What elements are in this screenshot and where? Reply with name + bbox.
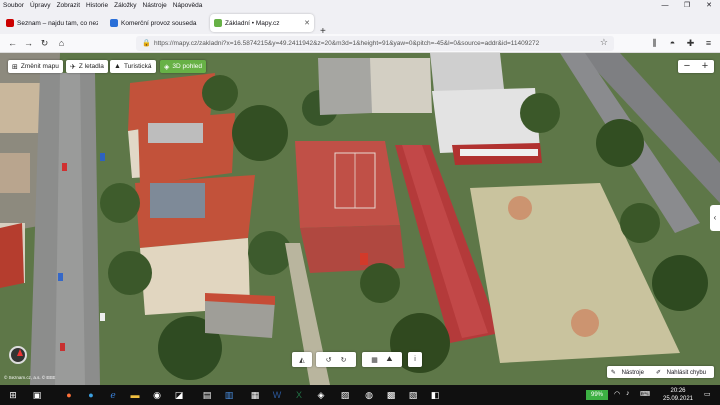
ie-icon[interactable]: ℯ [106, 388, 120, 402]
report-error-link[interactable]: ✐ Nahlásit chybu [652, 369, 714, 376]
side-panel-toggle[interactable]: ‹ [710, 205, 720, 231]
tourist-map-label: Turistická [123, 63, 152, 70]
url-bar[interactable]: 🔒 https://mapy.cz/zakladni?x=16.5874215&… [136, 36, 614, 51]
grid-view-icon[interactable]: ▦ [367, 356, 382, 364]
battery-indicator[interactable]: 99% [586, 390, 608, 400]
wifi-icon[interactable]: ◠ [614, 390, 620, 398]
app-icon[interactable]: ▧ [406, 388, 420, 402]
info-icon: i [414, 356, 416, 363]
menu-history[interactable]: Historie [83, 2, 111, 9]
clock-time: 20:26 [670, 388, 686, 394]
map-toolbar: ✎ Nástroje ✐ Nahlásit chybu [606, 366, 714, 378]
word-icon[interactable]: W [270, 388, 284, 402]
excel-icon[interactable]: X [292, 388, 306, 402]
zoom-in-button[interactable]: + [696, 60, 714, 73]
lock-icon[interactable]: 🔒 [142, 39, 151, 47]
task-view-icon[interactable]: ▣ [30, 388, 44, 402]
tab-title: Seznam – najdu tam, co neznám [17, 19, 98, 27]
info-button[interactable]: i [408, 352, 422, 367]
tab-mapy[interactable]: Základní • Mapy.cz ✕ [210, 14, 314, 32]
language-icon[interactable]: ⌨ [640, 390, 650, 398]
menu-edit[interactable]: Úpravy [27, 2, 54, 9]
taskbar: ⊞ ▣ ● ● ℯ ▬ ◉ ◪ ▤ ▥ ▦ W X ◈ ▨ ◍ ▩ ▧ ◧ 99… [0, 385, 720, 405]
mountain-icon: ▲ [114, 63, 121, 70]
3d-view-button[interactable]: ◈ 3D pohled [160, 60, 207, 73]
tab-title: Komerční provoz souseda [121, 19, 197, 27]
tab-title: Základní • Mapy.cz [225, 19, 280, 27]
tools-label: Nástroje [621, 369, 644, 376]
app-icon[interactable]: ◈ [314, 388, 328, 402]
tab-seznam[interactable]: Seznam – najdu tam, co neznám [2, 14, 102, 32]
url-text: https://mapy.cz/zakladni?x=16.5874215&y=… [154, 40, 540, 47]
report-label: Nahlásit chybu [666, 369, 706, 376]
checkbox-favicon-icon [110, 19, 118, 27]
layers-icon: ⊞ [12, 63, 18, 71]
clock[interactable]: 20:26 25.09.2021 [656, 387, 700, 403]
aerial-map-button[interactable]: ✈ Z letadla [66, 60, 108, 73]
app-icon[interactable]: ▥ [222, 388, 236, 402]
aerial-map-image [0, 53, 720, 385]
close-tab-icon[interactable]: ✕ [304, 19, 310, 27]
app-icon[interactable]: ◪ [172, 388, 186, 402]
library-icon[interactable]: ⫼ [648, 37, 661, 50]
app-icon[interactable]: ◧ [428, 388, 442, 402]
nav-bar: ← → ↻ ⌂ 🔒 https://mapy.cz/zakladni?x=16.… [0, 34, 720, 53]
volume-icon[interactable]: ♪ [626, 390, 630, 397]
app-icon[interactable]: ▤ [200, 388, 214, 402]
maximize-icon[interactable]: ❐ [676, 0, 698, 11]
app-icon[interactable]: ▩ [384, 388, 398, 402]
edge-icon[interactable]: ● [84, 388, 98, 402]
map-view[interactable]: ⊞ Změnit mapu ✈ Z letadla ▲ Turistická ◈… [0, 53, 720, 385]
tools-link[interactable]: ✎ Nástroje [607, 369, 652, 376]
app-icon[interactable]: ▦ [248, 388, 262, 402]
pocket-icon[interactable]: ◓ [666, 37, 679, 50]
reload-icon[interactable]: ↻ [38, 37, 51, 50]
mapy-favicon-icon [214, 19, 222, 27]
menu-file[interactable]: Soubor [0, 2, 27, 9]
compass-icon[interactable] [9, 346, 27, 364]
view-controls: ▦ ⛰ [362, 352, 402, 367]
home-icon[interactable]: ⌂ [55, 37, 68, 50]
tilt-icon: ◭ [299, 356, 305, 364]
close-window-icon[interactable]: ✕ [698, 0, 720, 11]
extensions-icon[interactable]: ✚ [684, 37, 697, 50]
rotate-left-icon[interactable]: ↺ [321, 356, 336, 364]
menu-view[interactable]: Zobrazit [54, 2, 83, 9]
zoom-out-button[interactable]: − [678, 60, 696, 73]
tilt-button[interactable]: ◭ [292, 352, 312, 367]
seznam-favicon-icon [6, 19, 14, 27]
back-icon[interactable]: ← [6, 37, 19, 50]
terrain-icon[interactable]: ⛰ [382, 356, 397, 364]
menu-tools[interactable]: Nástroje [140, 2, 170, 9]
menu-bar: Soubor Úpravy Zobrazit Historie Záložky … [0, 0, 720, 11]
tab-bar: Seznam – najdu tam, co neznám Komerční p… [0, 11, 720, 37]
menu-help[interactable]: Nápověda [170, 2, 206, 9]
change-map-button[interactable]: ⊞ Změnit mapu [8, 60, 63, 73]
file-explorer-icon[interactable]: ▬ [128, 388, 142, 402]
rotate-right-icon[interactable]: ↻ [336, 356, 351, 364]
plane-icon: ✈ [70, 63, 76, 71]
windows-start-icon[interactable]: ⊞ [6, 388, 20, 402]
tourist-map-button[interactable]: ▲ Turistická [110, 60, 156, 73]
rotate-controls: ↺ ↻ [316, 352, 356, 367]
copyright-text: © Seznam.cz, a.s. © EEE [4, 375, 56, 380]
firefox-icon[interactable]: ● [62, 388, 76, 402]
app-menu-icon[interactable]: ≡ [702, 37, 715, 50]
app-icon[interactable]: ▨ [338, 388, 352, 402]
menu-bookmarks[interactable]: Záložky [111, 2, 139, 9]
app-icon[interactable]: ◉ [150, 388, 164, 402]
3d-view-label: 3D pohled [172, 63, 203, 70]
app-icon[interactable]: ◍ [362, 388, 376, 402]
aerial-map-label: Z letadla [78, 63, 104, 70]
change-map-label: Změnit mapu [20, 63, 59, 70]
3d-cube-icon: ◈ [164, 63, 170, 71]
minimize-icon[interactable]: — [654, 0, 676, 11]
forward-icon[interactable]: → [22, 37, 35, 50]
tab-komercni[interactable]: Komerční provoz souseda [106, 14, 206, 32]
bookmark-star-icon[interactable]: ☆ [600, 37, 608, 48]
clock-date: 25.09.2021 [662, 396, 694, 402]
notifications-icon[interactable]: ▭ [704, 390, 711, 398]
zoom-controls: − + [678, 60, 714, 73]
